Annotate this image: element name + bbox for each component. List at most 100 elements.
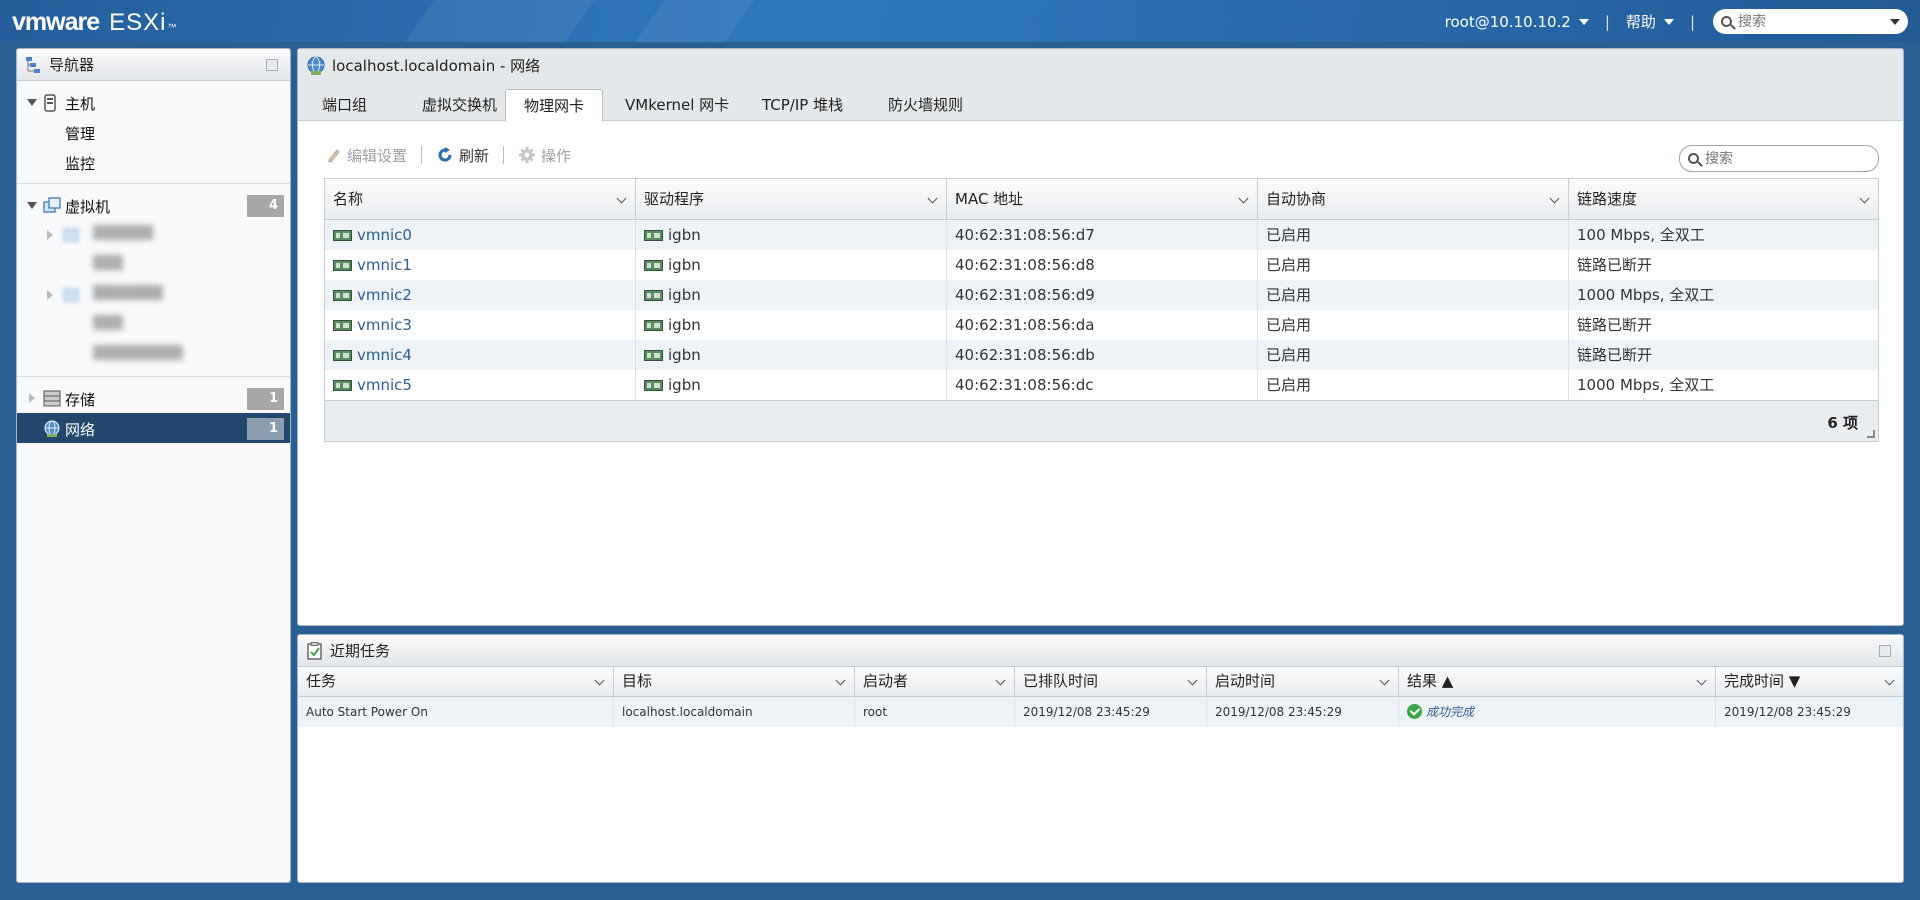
recent-tasks-panel: 近期任务 任务 目标 启动者 已排队时间 启动时间 结果 ▲ 完成时间 ▼ Au… [297,634,1904,883]
table-row[interactable]: vmnic5 igbn 40:62:31:08:56:dc 已启用 1000 M… [325,370,1878,400]
sidebar-item-redacted[interactable]: ▒▒▒ [17,250,290,280]
nic-name-cell[interactable]: vmnic1 [325,250,636,280]
actions-button[interactable]: 操作 [518,145,571,166]
refresh-icon [438,147,452,162]
expand-triangle-icon[interactable] [47,290,53,300]
help-menu[interactable]: 帮助 [1626,11,1674,32]
resize-handle-icon[interactable] [1867,430,1875,438]
column-header-link-speed[interactable]: 链路速度 [1569,179,1878,219]
table-search-input[interactable] [1705,150,1855,167]
nic-name-cell[interactable]: vmnic4 [325,340,636,370]
chevron-down-icon[interactable] [995,675,1006,686]
column-header-queued[interactable]: 已排队时间 [1015,667,1207,696]
nic-name[interactable]: vmnic0 [357,226,412,244]
nic-icon [644,350,663,361]
expand-triangle-icon[interactable] [27,99,37,106]
pencil-icon [328,149,340,163]
sidebar-item-vms[interactable]: 虚拟机 4 [17,190,290,220]
chevron-down-icon[interactable] [616,193,627,204]
tab-port-groups[interactable]: 端口组 [304,89,385,121]
sidebar-item-host[interactable]: 主机 [17,87,290,117]
edit-settings-button[interactable]: 编辑设置 [326,145,407,166]
table-search[interactable] [1679,145,1879,172]
global-search[interactable] [1713,9,1908,34]
table-row[interactable]: vmnic2 igbn 40:62:31:08:56:d9 已启用 1000 M… [325,280,1878,310]
nic-name-cell[interactable]: vmnic2 [325,280,636,310]
tab-firewall-rules[interactable]: 防火墙规则 [870,89,981,121]
sidebar-item-redacted[interactable]: ▒▒▒ [17,310,290,340]
sidebar-item-monitor[interactable]: 监控 [17,147,290,177]
column-header-driver[interactable]: 驱动程序 [636,179,947,219]
tasks-table-header: 任务 目标 启动者 已排队时间 启动时间 结果 ▲ 完成时间 ▼ [298,667,1903,697]
expand-triangle-icon[interactable] [47,230,53,240]
column-header-label: 完成时间 ▼ [1724,672,1801,690]
vmware-esxi-logo: vmware ESXi ™ [12,8,176,37]
result-cell: 成功完成 [1399,697,1716,727]
expand-triangle-icon[interactable] [27,202,37,209]
success-check-icon [1407,704,1422,719]
column-header-autoneg[interactable]: 自动协商 [1258,179,1569,219]
column-header-name[interactable]: 名称 [325,179,636,219]
result-text: 成功完成 [1426,705,1475,719]
sidebar-item-network[interactable]: 网络 1 [17,413,290,443]
collapse-icon[interactable] [266,59,278,71]
nic-name[interactable]: vmnic2 [357,286,412,304]
column-header-initiator[interactable]: 启动者 [855,667,1015,696]
column-header-label: 自动协商 [1266,190,1327,208]
sidebar-item-vm-redacted[interactable]: ▒▒▒▒▒▒▒ [17,280,290,310]
chevron-down-icon[interactable] [1238,193,1249,204]
column-header-started[interactable]: 启动时间 [1207,667,1399,696]
sidebar-item-manage[interactable]: 管理 [17,117,290,147]
table-row[interactable]: vmnic4 igbn 40:62:31:08:56:db 已启用 链路已断开 [325,340,1878,370]
collapse-icon[interactable] [1879,645,1891,657]
toolbar: 编辑设置 刷新 操作 [326,143,571,167]
chevron-down-icon[interactable] [594,675,605,686]
chevron-down-icon[interactable] [835,675,846,686]
autoneg-cell: 已启用 [1258,280,1569,310]
tab-tcpip-stacks[interactable]: TCP/IP 堆栈 [744,89,861,121]
column-header-mac[interactable]: MAC 地址 [947,179,1258,219]
column-header-completed[interactable]: 完成时间 ▼ [1716,667,1903,696]
column-header-result[interactable]: 结果 ▲ [1399,667,1716,696]
driver-value: igbn [668,316,701,334]
toolbar-divider [421,146,423,164]
nic-name[interactable]: vmnic3 [357,316,412,334]
nic-name[interactable]: vmnic5 [357,376,412,394]
chevron-down-icon[interactable] [1379,675,1390,686]
column-header-label: 已排队时间 [1023,672,1099,690]
driver-cell: igbn [636,340,947,370]
nic-name-cell[interactable]: vmnic0 [325,220,636,250]
nic-name[interactable]: vmnic4 [357,346,412,364]
global-search-input[interactable] [1738,13,1890,30]
nic-name-cell[interactable]: vmnic5 [325,370,636,400]
page-title: localhost.localdomain - 网络 [332,57,541,75]
nic-name-cell[interactable]: vmnic3 [325,310,636,340]
chevron-down-icon[interactable] [1696,675,1707,686]
link-speed-cell: 链路已断开 [1577,256,1653,274]
expand-triangle-icon[interactable] [29,393,35,403]
column-header-task[interactable]: 任务 [298,667,614,696]
chevron-down-icon[interactable] [927,193,938,204]
header-decoration [405,0,595,42]
chevron-down-icon[interactable] [1859,193,1870,204]
chevron-down-icon[interactable] [1549,193,1560,204]
column-header-target[interactable]: 目标 [614,667,855,696]
tab-physical-nics[interactable]: 物理网卡 [505,89,604,122]
sidebar-item-storage[interactable]: 存储 1 [17,383,290,413]
sidebar-item-redacted[interactable]: ▒▒▒▒▒▒▒▒▒ [17,340,290,370]
table-row[interactable]: vmnic0 igbn 40:62:31:08:56:d7 已启用 100 Mb… [325,220,1878,250]
table-row[interactable]: Auto Start Power On localhost.localdomai… [298,697,1903,727]
recent-tasks-header: 近期任务 [298,635,1903,667]
sidebar-item-vm-redacted[interactable]: ▒▒▒▒▒▒ [17,220,290,250]
chevron-down-icon[interactable] [1884,675,1895,686]
chevron-down-icon[interactable] [1890,18,1900,25]
table-row[interactable]: vmnic3 igbn 40:62:31:08:56:da 已启用 链路已断开 [325,310,1878,340]
tab-vmkernel-nics[interactable]: VMkernel 网卡 [607,89,747,121]
table-row[interactable]: vmnic1 igbn 40:62:31:08:56:d8 已启用 链路已断开 [325,250,1878,280]
logo-vmware-text: vmware [12,8,100,36]
refresh-button[interactable]: 刷新 [436,145,489,166]
chevron-down-icon[interactable] [1187,675,1198,686]
nic-name[interactable]: vmnic1 [357,256,412,274]
tab-virtual-switches[interactable]: 虚拟交换机 [404,89,515,121]
user-menu[interactable]: root@10.10.10.2 [1445,13,1589,31]
